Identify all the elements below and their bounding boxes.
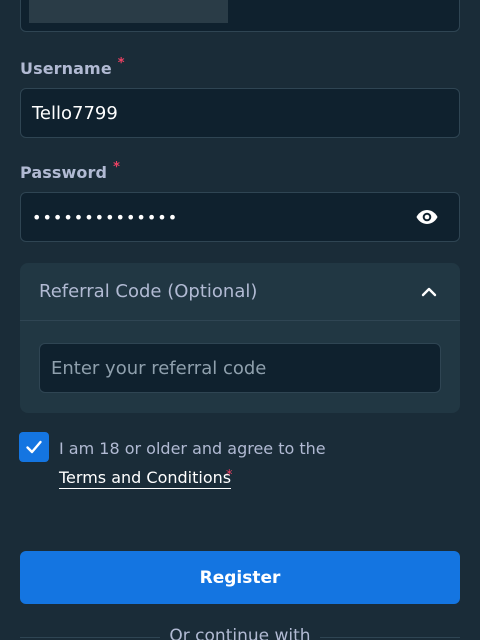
- required-asterisk: *: [113, 160, 120, 175]
- referral-title: Referral Code (Optional): [39, 281, 258, 302]
- autofill-highlight: [29, 0, 228, 23]
- eye-icon[interactable]: [415, 205, 439, 229]
- required-asterisk: *: [226, 468, 233, 483]
- referral-section: Referral Code (Optional): [20, 263, 460, 413]
- terms-link[interactable]: Terms and Conditions: [59, 468, 232, 489]
- agreement-text: I am 18 or older and agree to the: [59, 439, 326, 458]
- agree-checkbox[interactable]: [19, 432, 49, 462]
- username-value[interactable]: Tello7799: [21, 103, 459, 124]
- alt-login-text: Or continue with: [169, 626, 311, 640]
- username-field[interactable]: Tello7799: [20, 88, 460, 138]
- register-button[interactable]: Register: [20, 551, 460, 604]
- password-label-text: Password: [20, 163, 108, 182]
- password-value[interactable]: ••••••••••••••: [21, 208, 415, 227]
- password-label: Password *: [20, 160, 120, 182]
- previous-input-field[interactable]: [20, 0, 460, 32]
- referral-toggle[interactable]: Referral Code (Optional): [20, 263, 460, 321]
- password-field[interactable]: ••••••••••••••: [20, 192, 460, 242]
- username-label: Username *: [20, 56, 125, 78]
- username-label-text: Username: [20, 59, 112, 78]
- checkmark-icon: [26, 440, 42, 454]
- chevron-up-icon: [421, 287, 437, 296]
- required-asterisk: *: [117, 56, 125, 71]
- register-form: Username * Tello7799 Password * ••••••••••…: [0, 0, 480, 640]
- referral-code-input[interactable]: [39, 343, 441, 393]
